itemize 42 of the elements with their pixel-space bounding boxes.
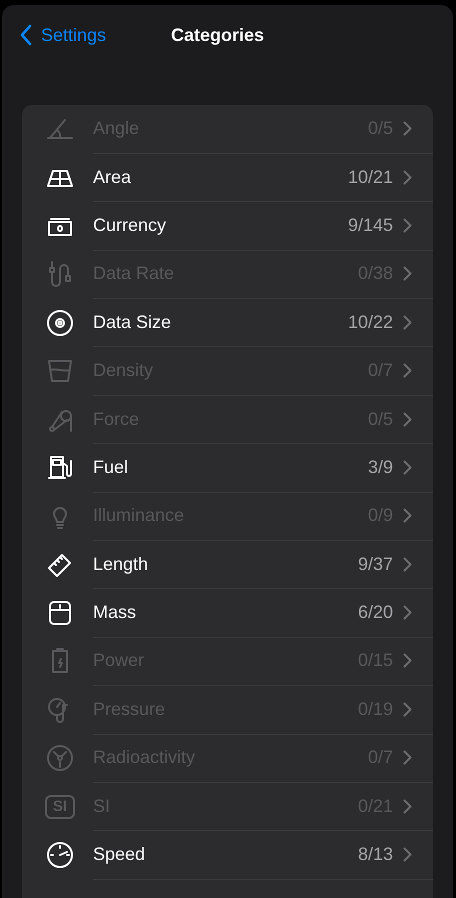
category-name: Fuel (93, 456, 130, 478)
unit-count: 3/9 (368, 456, 393, 478)
category-name: Area (93, 166, 132, 188)
unit-count: 10/21 (348, 166, 393, 188)
chevron-icon (403, 508, 412, 524)
category-row[interactable]: Area 10/21 (22, 153, 433, 202)
chevron-icon (403, 750, 412, 766)
chevron-icon (403, 702, 412, 717)
unit-count: 9/37 (358, 554, 393, 575)
category-name: Length (93, 554, 150, 575)
chevron-icon (403, 798, 412, 814)
category-row[interactable]: Length 9/37 (22, 540, 433, 589)
category-row[interactable]: Data Size 10/22 (22, 298, 433, 347)
category-name: Data Size (93, 312, 172, 333)
category-name: Currency (93, 214, 168, 236)
unit-count: 8/13 (358, 844, 393, 866)
chevron-icon (403, 363, 412, 378)
chevron-icon (403, 170, 412, 185)
unit-count: 6/20 (358, 602, 393, 624)
category-name: Speed (93, 844, 146, 866)
category-row[interactable]: Fuel 3/9 (22, 444, 433, 492)
speedometer-icon (45, 840, 75, 870)
chevron-icon (403, 605, 412, 620)
chevron-icon (403, 653, 412, 668)
unit-count: 10/22 (348, 312, 393, 333)
chevron-icon (403, 218, 412, 233)
chevron-icon (403, 847, 412, 862)
unit-count: 9/145 (348, 214, 393, 236)
category-name: Mass (93, 602, 138, 624)
category-row[interactable]: Mass 6/20 (22, 588, 433, 638)
category-row[interactable]: Currency 9/145 (22, 202, 433, 250)
chevron-icon (403, 121, 412, 136)
chevron-icon (403, 314, 412, 330)
back-button[interactable]: Settings (14, 23, 112, 47)
chevron-icon (403, 556, 412, 572)
radiation-icon (45, 743, 75, 774)
category-row[interactable]: Speed 8/13 (22, 830, 433, 880)
chevron-icon (403, 460, 412, 475)
chevron-icon (403, 266, 412, 282)
back-chevron-icon (20, 24, 32, 46)
chevron-icon (403, 412, 412, 427)
screen-title: Categories (170, 24, 264, 46)
